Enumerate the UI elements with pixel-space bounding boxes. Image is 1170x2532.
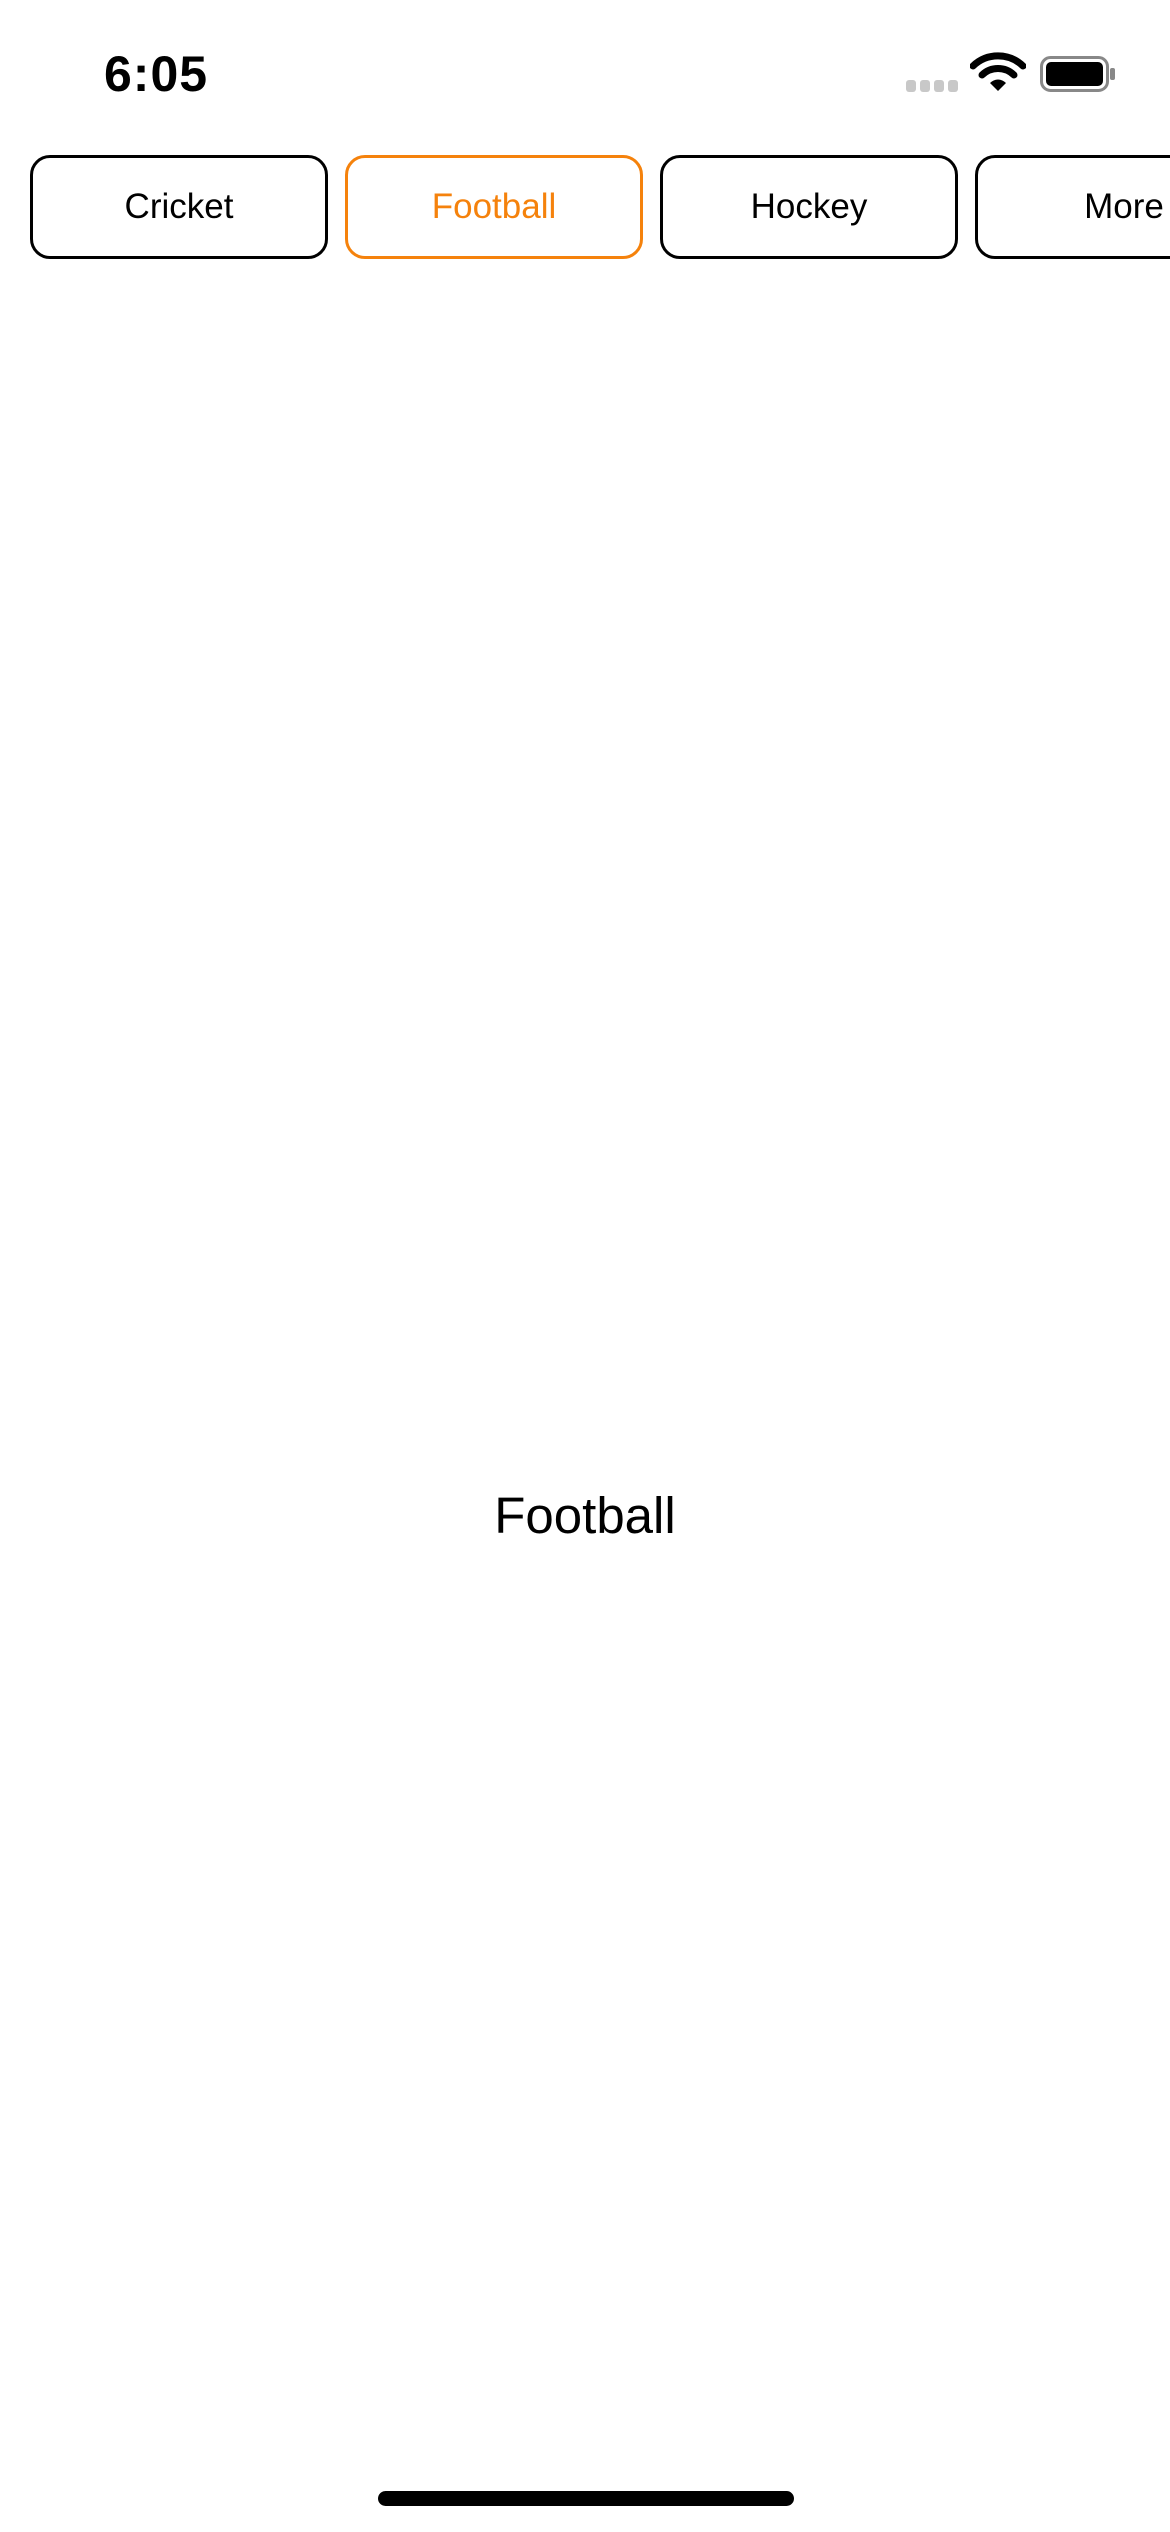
tab-cricket[interactable]: Cricket <box>30 155 328 259</box>
content-label: Football <box>494 1487 676 1544</box>
tab-strip: Cricket Football Hockey More <box>0 155 1170 261</box>
tab-hockey[interactable]: Hockey <box>660 155 958 259</box>
battery-icon <box>1040 56 1115 92</box>
status-bar: 6:05 <box>0 0 1170 150</box>
signal-icon <box>906 80 958 92</box>
tab-more[interactable]: More <box>975 155 1170 259</box>
home-indicator[interactable] <box>378 2491 794 2506</box>
main-content: Football <box>0 261 1170 2461</box>
status-time: 6:05 <box>104 46 209 102</box>
tab-football[interactable]: Football <box>345 155 643 259</box>
wifi-icon <box>970 52 1026 91</box>
